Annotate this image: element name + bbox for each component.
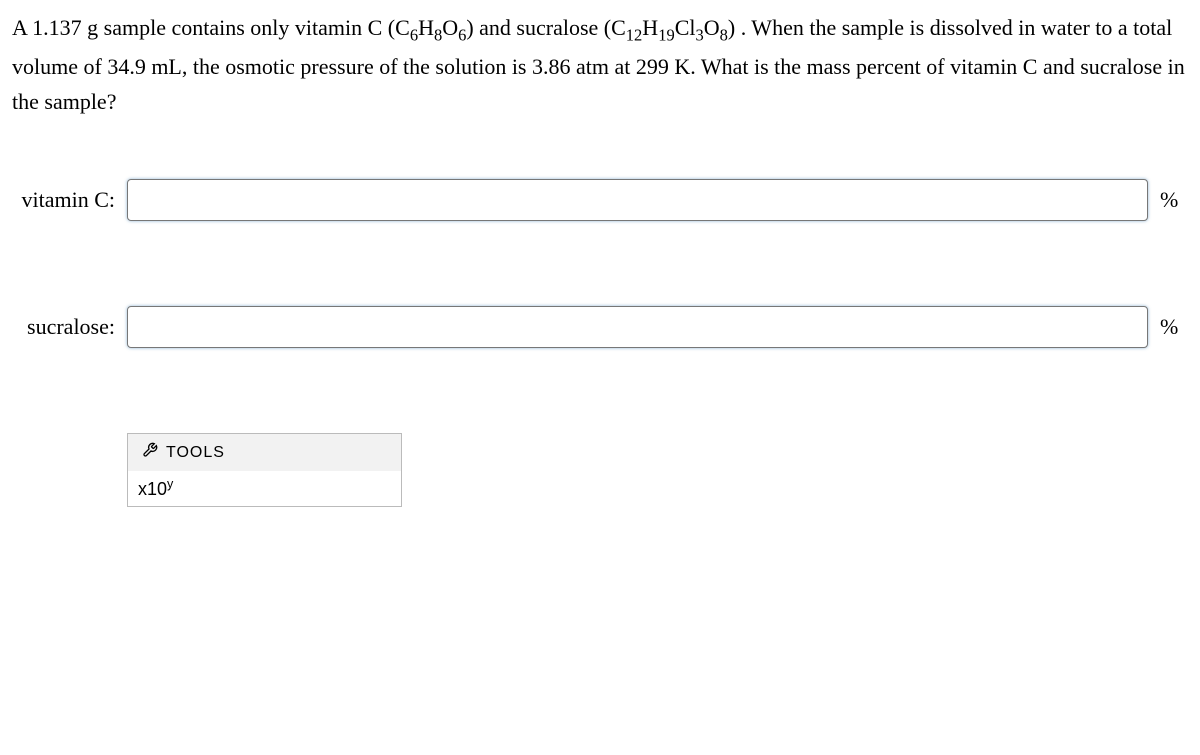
tools-panel: TOOLS x10y — [127, 433, 402, 507]
sci-base: x10 — [138, 479, 167, 499]
tools-header: TOOLS — [128, 434, 401, 471]
tools-body: x10y — [128, 471, 401, 506]
q-sub: 12 — [626, 25, 643, 44]
q-sub: 19 — [658, 25, 675, 44]
wrench-icon — [142, 442, 158, 463]
q-sub: 8 — [434, 25, 442, 44]
q-text: ) and sucralose (C — [466, 15, 625, 40]
q-text: O — [442, 15, 458, 40]
vitamin-c-input[interactable] — [127, 179, 1148, 221]
vitamin-c-label: vitamin C: — [12, 187, 127, 213]
q-text: H — [418, 15, 434, 40]
sci-notation-button[interactable]: x10y — [138, 479, 173, 499]
tools-header-label: TOOLS — [166, 444, 225, 462]
vitamin-c-unit: % — [1148, 187, 1188, 213]
q-text: Cl — [675, 15, 696, 40]
q-sub: 6 — [410, 25, 418, 44]
q-text: A 1.137 g sample contains only vitamin C… — [12, 15, 410, 40]
sucralose-label: sucralose: — [12, 314, 127, 340]
q-text: H — [642, 15, 658, 40]
question-text: A 1.137 g sample contains only vitamin C… — [12, 10, 1188, 119]
sucralose-unit: % — [1148, 314, 1188, 340]
answer-row-vitamin-c: vitamin C: % — [12, 179, 1188, 221]
sci-exp: y — [167, 477, 173, 491]
sucralose-input[interactable] — [127, 306, 1148, 348]
q-sub: 8 — [720, 25, 728, 44]
q-sub: 3 — [695, 25, 703, 44]
q-text: O — [704, 15, 720, 40]
answer-row-sucralose: sucralose: % — [12, 306, 1188, 348]
